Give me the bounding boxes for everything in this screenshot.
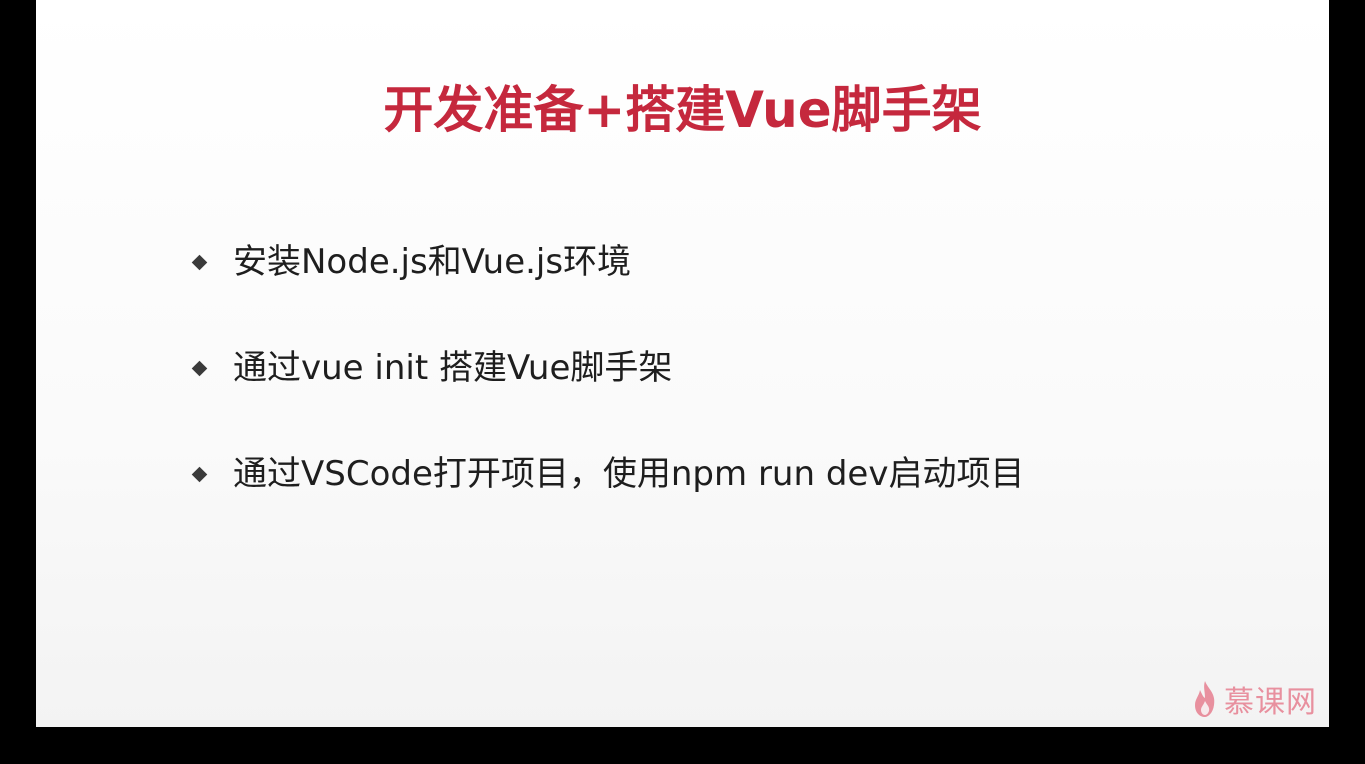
presentation-slide: 开发准备+搭建Vue脚手架 安装Node.js和Vue.js环境 通过vue i… — [36, 0, 1329, 727]
diamond-bullet-icon — [191, 254, 208, 271]
bullet-text: 通过vue init 搭建Vue脚手架 — [233, 348, 673, 388]
list-item: 通过VSCode打开项目，使用npm run dev启动项目 — [188, 444, 1024, 550]
flame-icon — [1195, 681, 1215, 717]
bullet-text: 通过VSCode打开项目，使用npm run dev启动项目 — [233, 454, 1025, 494]
list-item: 通过vue init 搭建Vue脚手架 — [188, 338, 1024, 444]
watermark-logo: 慕课网 — [1192, 677, 1317, 721]
video-frame: 开发准备+搭建Vue脚手架 安装Node.js和Vue.js环境 通过vue i… — [0, 0, 1365, 764]
bullet-text: 安装Node.js和Vue.js环境 — [233, 242, 632, 282]
logo-text: 慕课网 — [1224, 685, 1317, 720]
diamond-bullet-icon — [191, 360, 208, 377]
list-item: 安装Node.js和Vue.js环境 — [188, 232, 1024, 338]
slide-title: 开发准备+搭建Vue脚手架 — [383, 81, 982, 139]
bullet-list: 安装Node.js和Vue.js环境 通过vue init 搭建Vue脚手架 通… — [188, 232, 1024, 550]
diamond-bullet-icon — [191, 466, 208, 483]
